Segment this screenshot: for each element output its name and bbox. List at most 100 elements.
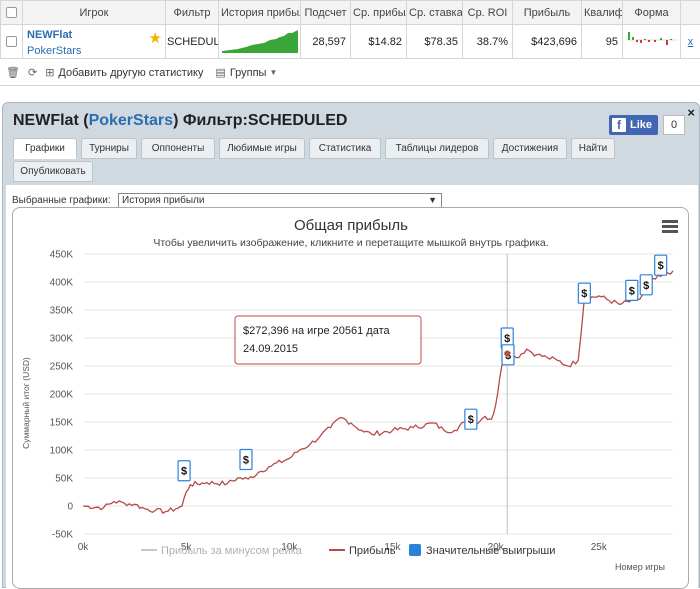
tab-search[interactable]: Найти <box>571 138 615 159</box>
x-tick-label: 25k <box>591 542 608 553</box>
trash-icon[interactable]: 🗑 <box>6 66 20 79</box>
y-tick-label: 350K <box>50 306 74 317</box>
dollar-icon: $ <box>658 260 664 272</box>
facebook-like-button[interactable]: f Like <box>609 115 658 135</box>
col-header-history[interactable]: История прибыль <box>219 1 301 25</box>
panel-player-name: NEWFlat <box>13 112 79 129</box>
chart-tooltip: $272,396 на игре 20561 дата24.09.2015 <box>235 316 510 364</box>
col-header-player[interactable]: Игрок <box>23 1 166 25</box>
y-tick-label: 250K <box>50 362 74 373</box>
dollar-icon: $ <box>181 466 187 478</box>
tooltip-line-1: $272,396 на игре 20561 дата <box>243 325 390 337</box>
chart-title: Общая прибыль <box>294 217 408 234</box>
profit-chart-svg: Общая прибыль Чтобы увеличить изображени… <box>13 208 689 589</box>
close-icon[interactable]: × <box>687 105 695 120</box>
tab-statistics[interactable]: Статистика <box>309 138 381 159</box>
col-header-profit[interactable]: Прибыль <box>513 1 582 25</box>
sparkline-icon <box>222 27 298 53</box>
y-axis-ticks: -50K050K100K150K200K250K300K350K400K450K <box>50 250 74 541</box>
big-win-marker: $ <box>626 280 638 300</box>
tab-opponents[interactable]: Оппоненты <box>141 138 215 159</box>
dollar-icon: $ <box>643 280 649 292</box>
col-header-count[interactable]: Подсчет <box>301 1 351 25</box>
filter-cell: SCHEDULED <box>166 25 219 59</box>
col-header-avg-profit[interactable]: Ср. прибыль <box>351 1 407 25</box>
chevron-down-icon: ▼ <box>428 194 437 207</box>
panel-site-link[interactable]: PokerStars <box>89 112 174 129</box>
col-header-form[interactable]: Форма <box>623 1 681 25</box>
big-win-marker: $ <box>655 255 667 275</box>
table-toolbar: 🗑 ⟳ ⊞ Добавить другую статистику ▤ Групп… <box>0 60 700 86</box>
form-sparkline <box>623 25 681 59</box>
profit-series-line <box>83 271 673 513</box>
tab-favorite-games[interactable]: Любимые игры <box>219 138 305 159</box>
groups-label: Группы <box>230 67 267 79</box>
y-tick-label: -50K <box>52 530 73 541</box>
remove-cell: x <box>681 25 700 59</box>
y-tick-label: 450K <box>50 250 74 261</box>
player-cell: NEWFlat PokerStars ★ <box>23 25 166 59</box>
charts-content: Выбранные графики: История прибыли ▼ Общ… <box>6 185 698 589</box>
chart-selector[interactable]: История прибыли ▼ <box>118 193 442 208</box>
tab-achievements[interactable]: Достижения <box>493 138 567 159</box>
avg-roi-cell: 38.7% <box>463 25 513 59</box>
legend-rake-label: Прибыль за минусом рейка <box>161 545 303 557</box>
dollar-icon: $ <box>504 333 510 345</box>
big-win-marker: $ <box>578 283 590 303</box>
avg-profit-cell: $14.82 <box>351 25 407 59</box>
chevron-down-icon: ▼ <box>269 68 277 77</box>
player-site-link[interactable]: PokerStars <box>27 45 161 57</box>
panel-filter-value: SCHEDULED <box>248 112 348 129</box>
favorite-star-icon[interactable]: ★ <box>149 29 162 47</box>
profit-history-sparkline[interactable] <box>219 25 301 59</box>
y-tick-label: 50K <box>55 474 73 485</box>
y-tick-label: 0 <box>67 502 73 513</box>
x-axis-label: Номер игры <box>615 562 665 572</box>
table-header-row: Игрок Фильтр История прибыль Подсчет Ср.… <box>1 1 700 25</box>
y-tick-label: 150K <box>50 418 74 429</box>
tab-tournaments[interactable]: Турниры <box>81 138 137 159</box>
tab-leaderboards[interactable]: Таблицы лидеров <box>385 138 489 159</box>
facebook-icon: f <box>612 118 626 132</box>
tab-publish[interactable]: Опубликовать <box>13 161 93 182</box>
facebook-like-count: 0 <box>663 115 685 135</box>
chart-selector-value: История прибыли <box>122 195 204 206</box>
panel-title: NEWFlat (PokerStars) Фильтр:SCHEDULED <box>13 112 347 130</box>
player-name-link[interactable]: NEWFlat <box>27 29 161 41</box>
stats-table: Игрок Фильтр История прибыль Подсчет Ср.… <box>0 0 700 59</box>
chart-selector-label: Выбранные графики: <box>12 195 111 206</box>
col-header-filter[interactable]: Фильтр <box>166 1 219 25</box>
count-cell: 28,597 <box>301 25 351 59</box>
legend-profit-label: Прибыль <box>349 545 396 557</box>
row-checkbox[interactable] <box>1 25 23 59</box>
col-header-ability[interactable]: Квалиф. <box>582 1 623 25</box>
legend-wins-label: Значительные выигрыши <box>426 545 555 557</box>
plus-box-icon: ⊞ <box>45 66 54 79</box>
add-stat-button[interactable]: ⊞ Добавить другую статистику <box>45 66 203 79</box>
big-win-marker: $ <box>640 275 652 295</box>
ability-cell: 95 <box>582 25 623 59</box>
groups-icon: ▤ <box>215 66 225 79</box>
tab-charts[interactable]: Графики <box>13 138 77 159</box>
profit-chart[interactable]: Общая прибыль Чтобы увеличить изображени… <box>12 207 689 589</box>
select-all-checkbox[interactable] <box>1 1 23 25</box>
facebook-like-label: Like <box>630 119 652 131</box>
dollar-icon: $ <box>629 285 635 297</box>
col-header-avg-roi[interactable]: Ср. ROI <box>463 1 513 25</box>
tooltip-box <box>235 316 421 364</box>
groups-dropdown[interactable]: ▤ Группы ▼ <box>215 66 277 79</box>
chart-menu-icon[interactable] <box>662 220 678 235</box>
avg-stake-cell: $78.35 <box>407 25 463 59</box>
y-axis-label: Суммарный итог (USD) <box>21 357 31 449</box>
dollar-icon: $ <box>243 455 249 467</box>
form-chart-icon <box>626 27 678 53</box>
remove-row-link[interactable]: x <box>688 36 694 48</box>
col-header-avg-stake[interactable]: Ср. ставка <box>407 1 463 25</box>
chart-subtitle: Чтобы увеличить изображение, кликните и … <box>153 237 548 249</box>
add-stat-label: Добавить другую статистику <box>58 67 203 79</box>
panel-filter-label: Фильтр: <box>183 112 248 129</box>
refresh-icon[interactable]: ⟳ <box>28 66 37 79</box>
y-tick-label: 300K <box>50 334 74 345</box>
y-tick-label: 100K <box>50 446 74 457</box>
dollar-icon: $ <box>581 288 587 300</box>
